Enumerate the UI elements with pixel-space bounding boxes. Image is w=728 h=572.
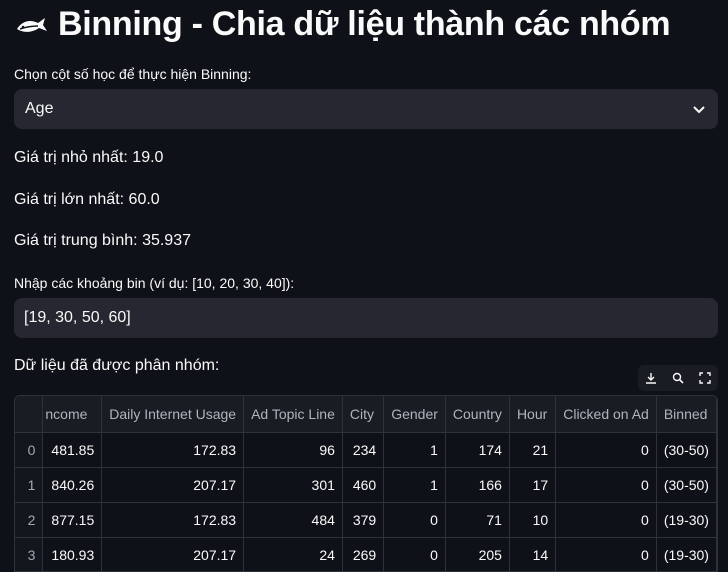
table-cell[interactable]: 481.85: [42, 432, 103, 468]
table-cell[interactable]: (19-30): [656, 502, 717, 538]
table-cell[interactable]: 174: [445, 432, 510, 468]
dataframe-toolbar: [638, 365, 718, 391]
download-icon[interactable]: [640, 367, 662, 389]
table-cell[interactable]: 24: [243, 537, 343, 571]
table-cell[interactable]: 234: [342, 432, 385, 468]
table-cell[interactable]: 10: [509, 502, 557, 538]
column-header[interactable]: Hour: [509, 396, 557, 433]
table-cell[interactable]: (30-50): [656, 467, 717, 503]
table-row[interactable]: 2 877.15 172.83 484 379 0 71 10 0 (19-30…: [15, 502, 717, 538]
column-header[interactable]: Country: [445, 396, 510, 433]
table-cell[interactable]: (19-30): [656, 537, 717, 571]
column-header[interactable]: Binned: [656, 396, 717, 433]
row-index: 1: [15, 467, 44, 503]
data-table[interactable]: ncome Daily Internet Usage Ad Topic Line…: [14, 395, 718, 572]
table-header-row: ncome Daily Internet Usage Ad Topic Line…: [15, 396, 717, 433]
chevron-down-icon: [692, 102, 706, 116]
table-cell[interactable]: 17: [509, 467, 557, 503]
table-cell[interactable]: 379: [342, 502, 385, 538]
table-cell[interactable]: 0: [383, 537, 446, 571]
table-row[interactable]: 3 180.93 207.17 24 269 0 205 14 0 (19-30…: [15, 537, 717, 571]
table-cell[interactable]: 14: [509, 537, 557, 571]
table-cell[interactable]: 71: [445, 502, 510, 538]
column-header[interactable]: Gender: [383, 396, 446, 433]
table-cell[interactable]: 207.17: [101, 467, 245, 503]
table-cell[interactable]: 172.83: [101, 502, 245, 538]
table-cell[interactable]: 21: [509, 432, 557, 468]
mean-value-text: Giá trị trung bình: 35.937: [14, 232, 191, 249]
column-select[interactable]: Age: [14, 89, 718, 129]
table-cell[interactable]: 0: [383, 502, 446, 538]
table-cell[interactable]: 460: [342, 467, 385, 503]
min-value-text: Giá trị nhỏ nhất: 19.0: [14, 149, 164, 166]
table-cell[interactable]: 166: [445, 467, 510, 503]
table-row[interactable]: 1 840.26 207.17 301 460 1 166 17 0 (30-5…: [15, 467, 717, 503]
bins-input-value: [19, 30, 50, 60]: [24, 309, 131, 326]
search-icon[interactable]: [667, 367, 689, 389]
table-cell[interactable]: 484: [243, 502, 343, 538]
column-select-value: Age: [25, 100, 54, 117]
column-header[interactable]: Clicked on Ad: [555, 396, 657, 433]
column-header[interactable]: Ad Topic Line: [243, 396, 343, 433]
table-cell[interactable]: 180.93: [42, 537, 103, 571]
max-value-text: Giá trị lớn nhất: 60.0: [14, 191, 160, 208]
fish-icon: [14, 9, 48, 39]
table-cell[interactable]: 1: [383, 432, 446, 468]
table-cell[interactable]: 0: [555, 432, 657, 468]
table-cell[interactable]: 301: [243, 467, 343, 503]
table-cell[interactable]: 1: [383, 467, 446, 503]
table-cell[interactable]: 207.17: [101, 537, 245, 571]
page-title: Binning - Chia dữ liệu thành các nhóm: [58, 4, 671, 43]
table-cell[interactable]: 0: [555, 537, 657, 571]
bins-input[interactable]: [19, 30, 50, 60]: [14, 298, 718, 338]
column-header[interactable]: Daily Internet Usage: [101, 396, 245, 433]
column-select-label: Chọn cột số học để thực hiện Binning:: [14, 66, 252, 82]
table-cell[interactable]: 96: [243, 432, 343, 468]
table-cell[interactable]: 205: [445, 537, 510, 571]
table-cell[interactable]: 0: [555, 467, 657, 503]
table-cell[interactable]: 877.15: [42, 502, 103, 538]
table-cell[interactable]: 172.83: [101, 432, 245, 468]
fullscreen-icon[interactable]: [694, 367, 716, 389]
row-index: 2: [15, 502, 44, 538]
table-cell[interactable]: 840.26: [42, 467, 103, 503]
bins-input-label: Nhập các khoảng bin (ví dụ: [10, 20, 30,…: [14, 275, 295, 291]
column-header[interactable]: ncome: [42, 396, 103, 433]
table-cell[interactable]: 269: [342, 537, 385, 571]
column-header[interactable]: City: [342, 396, 385, 433]
index-header: [15, 396, 44, 433]
table-cell[interactable]: (30-50): [656, 432, 717, 468]
result-heading: Dữ liệu đã được phân nhóm:: [14, 357, 220, 374]
page-title-row: Binning - Chia dữ liệu thành các nhóm: [14, 2, 671, 46]
table-cell[interactable]: 0: [555, 502, 657, 538]
row-index: 0: [15, 432, 44, 468]
table-row[interactable]: 0 481.85 172.83 96 234 1 174 21 0 (30-50…: [15, 432, 717, 468]
row-index: 3: [15, 537, 44, 571]
